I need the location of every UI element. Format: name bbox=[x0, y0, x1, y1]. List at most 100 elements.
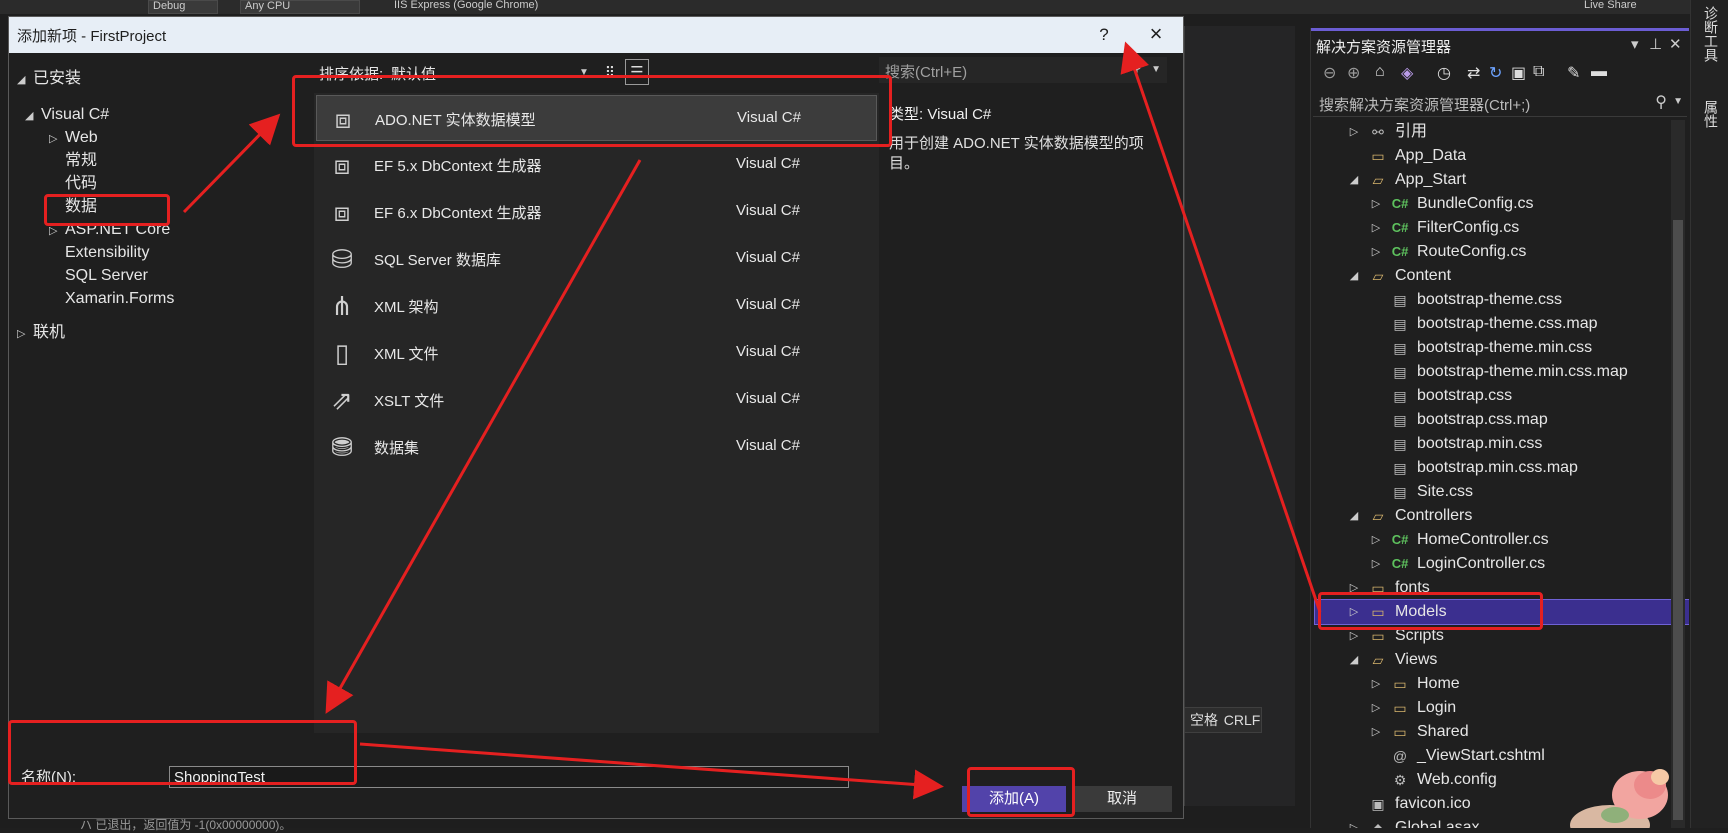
close-icon[interactable]: ✕ bbox=[1669, 35, 1682, 53]
whitespace-indicator[interactable]: 空格 bbox=[1185, 708, 1223, 732]
pin-icon[interactable]: ⊥ bbox=[1649, 35, 1662, 53]
installed-node[interactable]: ◢ 已安装 bbox=[17, 67, 81, 91]
search-icon[interactable]: ⚲ bbox=[1655, 92, 1667, 112]
xml-schema-icon: ⋔ bbox=[331, 291, 353, 321]
tree-item[interactable]: ▷ C# BundleConfig.cs bbox=[1369, 192, 1663, 216]
category-extensibility[interactable]: Extensibility bbox=[65, 241, 149, 265]
template-search-box[interactable]: 搜索(Ctrl+E) ⚲ ▼ bbox=[879, 57, 1167, 83]
config-dropdown[interactable]: Debug bbox=[148, 0, 218, 14]
tree-item[interactable]: ▤ bootstrap-theme.css.map bbox=[1369, 312, 1663, 336]
collapse-arrow-icon[interactable]: ◢ bbox=[17, 68, 33, 92]
tree-item[interactable]: ◢ ▱ Views bbox=[1347, 648, 1663, 672]
solution-search-placeholder: 搜索解决方案资源管理器(Ctrl+;) bbox=[1319, 97, 1531, 114]
history-icon[interactable]: ◷ bbox=[1437, 63, 1451, 83]
search-icon[interactable]: ⚲ bbox=[1131, 58, 1143, 78]
template-item[interactable]: ⧈ EF 5.x DbContext 生成器 Visual C# bbox=[316, 142, 877, 188]
expand-arrow-icon[interactable]: ◢ bbox=[1347, 264, 1361, 288]
tree-item[interactable]: ▷ ▭ Home bbox=[1369, 672, 1663, 696]
back-icon[interactable]: ⊖ bbox=[1323, 63, 1336, 83]
help-button[interactable]: ? bbox=[1091, 22, 1117, 48]
category-code[interactable]: 代码 bbox=[65, 172, 97, 196]
tree-item[interactable]: ▷ C# RouteConfig.cs bbox=[1369, 240, 1663, 264]
chevron-down-icon[interactable]: ▼ bbox=[1151, 64, 1161, 75]
run-target-button[interactable]: IIS Express (Google Chrome) bbox=[390, 0, 698, 12]
home-icon[interactable]: ⌂ bbox=[1375, 63, 1385, 81]
template-item[interactable]: ⋔ XML 架构 Visual C# bbox=[316, 283, 877, 329]
category-sql-server[interactable]: SQL Server bbox=[65, 264, 148, 288]
tree-item[interactable]: ▤ bootstrap.min.css bbox=[1369, 432, 1663, 456]
diagnostic-tools-tab[interactable]: 诊断工具 bbox=[1701, 6, 1721, 62]
scrollbar-thumb[interactable] bbox=[1673, 220, 1683, 820]
refresh-icon[interactable]: ↻ bbox=[1489, 63, 1502, 83]
expand-arrow-icon[interactable]: ▷ bbox=[1369, 672, 1383, 696]
expand-arrow-icon[interactable]: ▷ bbox=[1347, 120, 1361, 144]
tree-item[interactable]: ▤ bootstrap-theme.css bbox=[1369, 288, 1663, 312]
chevron-down-icon[interactable]: ▼ bbox=[1673, 96, 1683, 107]
line-ending-indicator[interactable]: CRLF bbox=[1223, 708, 1261, 732]
expand-arrow-icon[interactable]: ▷ bbox=[1369, 720, 1383, 744]
tree-item[interactable]: ▷ ▭ Shared bbox=[1369, 720, 1663, 744]
template-item[interactable]: ⇗ XSLT 文件 Visual C# bbox=[316, 377, 877, 423]
template-language: Visual C# bbox=[736, 202, 800, 219]
expand-arrow-icon[interactable]: ◢ bbox=[1347, 648, 1361, 672]
live-share-button[interactable]: Live Share bbox=[1580, 0, 1678, 12]
online-node[interactable]: ▷ 联机 bbox=[17, 321, 65, 345]
folder-icon: ▭ bbox=[1393, 676, 1407, 692]
dropdown-icon[interactable]: ▾ bbox=[1631, 35, 1639, 53]
tree-item[interactable]: ◢ ▱ App_Start bbox=[1347, 168, 1663, 192]
expand-arrow-icon[interactable]: ▷ bbox=[1369, 528, 1383, 552]
tree-item[interactable]: ▤ bootstrap.min.css.map bbox=[1369, 456, 1663, 480]
sync-icon[interactable]: ⇄ bbox=[1467, 63, 1480, 83]
expand-arrow-icon[interactable]: ▷ bbox=[1369, 696, 1383, 720]
solution-search-box[interactable]: 搜索解决方案资源管理器(Ctrl+;) ⚲ ▼ bbox=[1313, 90, 1687, 117]
expand-arrow-icon[interactable]: ▷ bbox=[1347, 816, 1361, 828]
expand-arrow-icon[interactable]: ◢ bbox=[1347, 504, 1361, 528]
template-item[interactable]: ⛁ SQL Server 数据库 Visual C# bbox=[316, 236, 877, 282]
visual-csharp-node[interactable]: ◢ Visual C# bbox=[25, 103, 109, 127]
forward-icon[interactable]: ⊕ bbox=[1347, 63, 1360, 83]
tree-item-label: bootstrap-theme.min.css bbox=[1417, 339, 1593, 356]
solution-scrollbar[interactable] bbox=[1671, 120, 1685, 828]
platform-dropdown[interactable]: Any CPU bbox=[240, 0, 360, 14]
tree-item[interactable]: ▤ bootstrap.css bbox=[1369, 384, 1663, 408]
vs-icon[interactable]: ◈ bbox=[1401, 63, 1413, 83]
expand-arrow-icon[interactable]: ▷ bbox=[1369, 240, 1383, 264]
tree-item[interactable]: ▷ C# FilterConfig.cs bbox=[1369, 216, 1663, 240]
category-general[interactable]: 常规 bbox=[65, 149, 97, 173]
tree-item[interactable]: ▷ C# LoginController.cs bbox=[1369, 552, 1663, 576]
collapse-arrow-icon[interactable]: ◢ bbox=[25, 104, 41, 128]
expand-arrow-icon[interactable]: ▷ bbox=[1369, 192, 1383, 216]
tree-item[interactable]: ▷ C# HomeController.cs bbox=[1369, 528, 1663, 552]
collapse-all-icon[interactable]: ▣ bbox=[1511, 63, 1526, 83]
category-xamarin-forms[interactable]: Xamarin.Forms bbox=[65, 287, 174, 311]
tree-item[interactable]: ▤ Site.css bbox=[1369, 480, 1663, 504]
tree-item[interactable]: ▤ bootstrap-theme.min.css.map bbox=[1369, 360, 1663, 384]
tree-item[interactable]: ◢ ▱ Content bbox=[1347, 264, 1663, 288]
expand-arrow-icon[interactable]: ▷ bbox=[49, 127, 65, 151]
show-all-files-icon[interactable]: ⧉ bbox=[1533, 63, 1544, 81]
expand-arrow-icon[interactable]: ▷ bbox=[1369, 552, 1383, 576]
tree-item[interactable]: ▷ ▭ Login bbox=[1369, 696, 1663, 720]
tree-item[interactable]: ◢ ▱ Controllers bbox=[1347, 504, 1663, 528]
category-web[interactable]: ▷ Web bbox=[49, 126, 98, 150]
tree-item[interactable]: ▭ App_Data bbox=[1347, 144, 1663, 168]
tree-item[interactable]: ▷ ⚯ 引用 bbox=[1347, 120, 1663, 144]
properties-tab[interactable]: 属性 bbox=[1701, 100, 1721, 128]
template-item[interactable]: ⛃ 数据集 Visual C# bbox=[316, 424, 877, 470]
preview-icon[interactable]: ▬ bbox=[1591, 63, 1607, 81]
cancel-button[interactable]: 取消 bbox=[1072, 786, 1172, 812]
expand-arrow-icon[interactable]: ▷ bbox=[17, 322, 33, 346]
template-item[interactable]: ▯ XML 文件 Visual C# bbox=[316, 330, 877, 376]
tree-item[interactable]: ▤ bootstrap.css.map bbox=[1369, 408, 1663, 432]
expand-arrow-icon[interactable]: ◢ bbox=[1347, 168, 1361, 192]
annotation-box-data-category bbox=[44, 194, 170, 226]
close-button[interactable]: × bbox=[1143, 22, 1169, 48]
properties-icon[interactable]: ✎ bbox=[1567, 63, 1580, 83]
template-language: Visual C# bbox=[736, 390, 800, 407]
expand-arrow-icon[interactable]: ▷ bbox=[1369, 216, 1383, 240]
csharp-file-icon: C# bbox=[1391, 244, 1409, 259]
tree-item-label: Home bbox=[1417, 675, 1460, 692]
folder-open-icon: ▱ bbox=[1372, 172, 1384, 188]
tree-item[interactable]: ▤ bootstrap-theme.min.css bbox=[1369, 336, 1663, 360]
template-item[interactable]: ⧈ EF 6.x DbContext 生成器 Visual C# bbox=[316, 189, 877, 235]
